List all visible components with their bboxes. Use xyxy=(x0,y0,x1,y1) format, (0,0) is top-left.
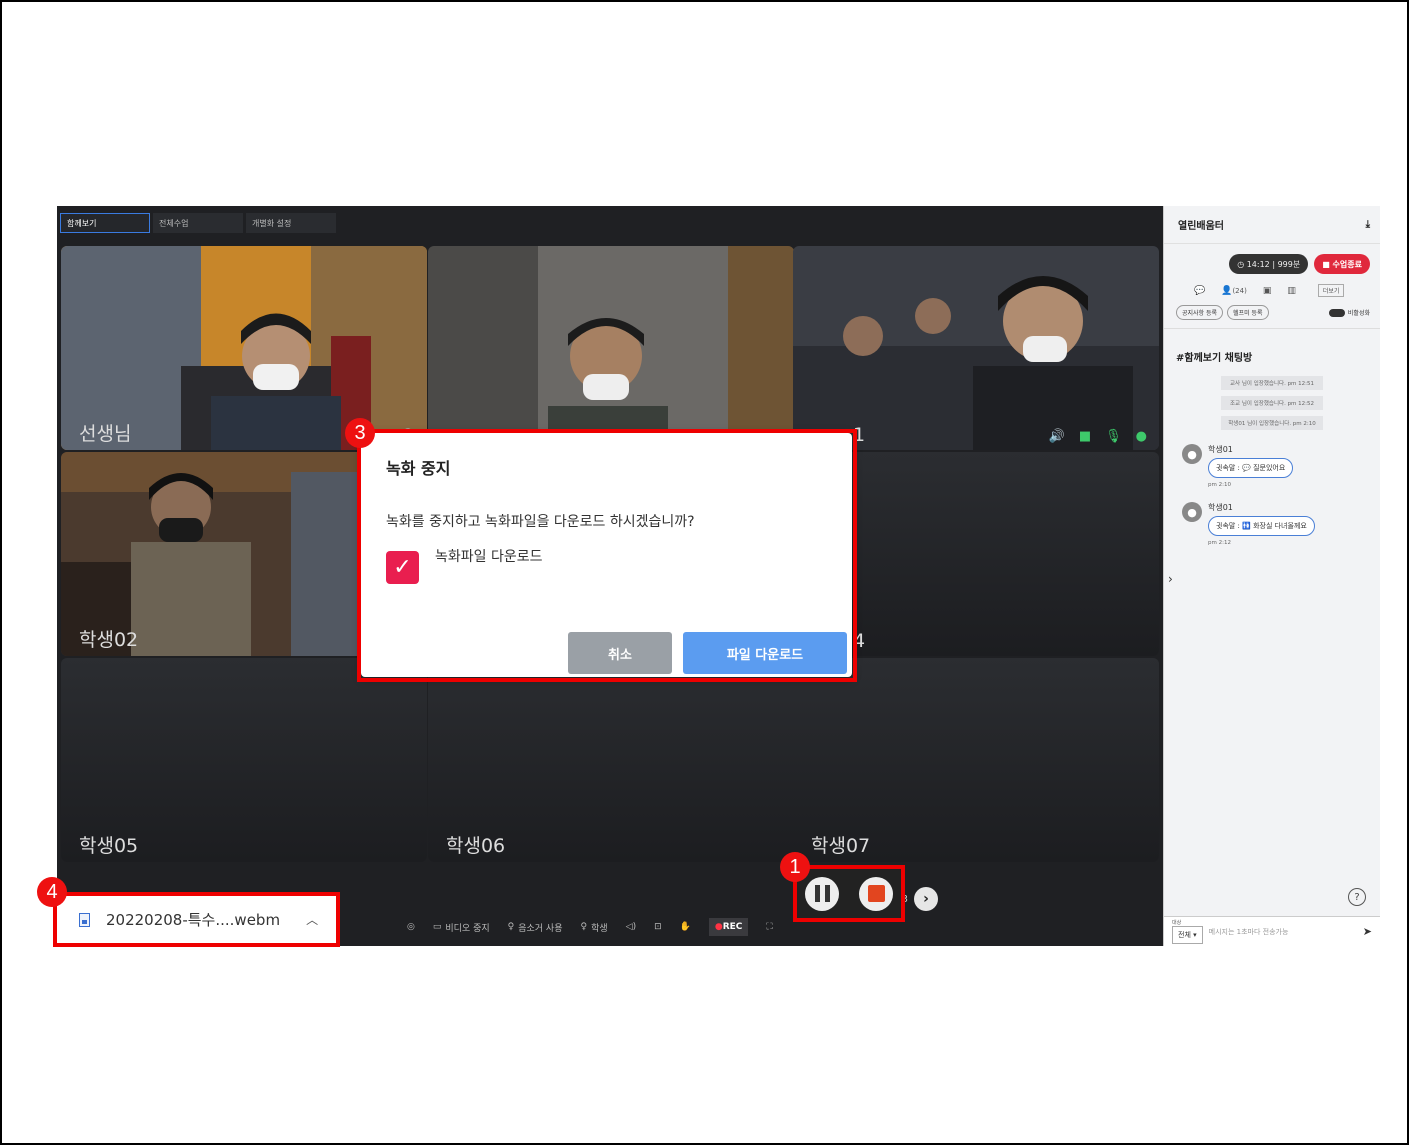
tab-whole-class[interactable]: 전체수업 xyxy=(153,213,243,233)
record-label: REC xyxy=(722,922,743,932)
stop-icon: ■ xyxy=(1322,259,1333,269)
tile-name: 학생07 xyxy=(811,835,871,857)
collapse-sidebar-icon[interactable]: › xyxy=(1168,572,1173,586)
helpme-register-button[interactable]: 헬프미 등록 xyxy=(1227,305,1269,320)
message-sender: 학생01 xyxy=(1208,445,1233,454)
tile-name: 학생06 xyxy=(446,835,506,857)
next-page-button[interactable]: › xyxy=(914,887,938,911)
stats-icon[interactable]: ▥ xyxy=(1287,286,1296,296)
more-button[interactable]: 더보기 xyxy=(1317,284,1345,297)
video-tile-student06[interactable]: 학생06 xyxy=(428,658,794,862)
timer-total: 999분 xyxy=(1277,259,1301,269)
participants-count: (24) xyxy=(1232,286,1247,295)
system-message: 학생01 님이 입장했습니다. pm 2:10 xyxy=(1221,416,1323,430)
highlight-box-dialog xyxy=(357,429,857,682)
video-tile-3[interactable]: 1 🔊 ■ 🎙 ● xyxy=(793,246,1159,450)
end-class-button[interactable]: ■ 수업종료 xyxy=(1314,254,1370,274)
mic-icon: ♀ xyxy=(580,922,588,932)
video-stop-button[interactable]: ▭ 비디오 중지 xyxy=(433,921,490,934)
tile-status-icons: 🔊 ■ 🎙 ● xyxy=(1049,429,1147,444)
student-mic-button[interactable]: ♀ 학생 xyxy=(581,921,608,934)
message-bubble: 귓속말 : 🚻 화장실 다녀올께요 xyxy=(1208,516,1315,536)
chat-room-title: #함께보기 채팅방 xyxy=(1164,328,1380,364)
message-sender: 학생01 xyxy=(1208,503,1233,512)
person-icon: ● xyxy=(1135,429,1147,444)
fullscreen-icon[interactable]: ⛶ xyxy=(766,922,772,932)
highlight-box-recording-controls xyxy=(793,865,905,922)
chat-input[interactable]: 메시지는 1초마다 전송가능 xyxy=(1209,927,1357,937)
speaker-icon[interactable]: ◁) xyxy=(626,922,636,932)
message-time: pm 2:10 xyxy=(1208,482,1231,488)
chat-message: ● 학생01 귓속말 : 🚻 화장실 다녀올께요 pm 2:12 xyxy=(1164,488,1380,546)
speaker-icon: 🔊 xyxy=(1048,429,1065,444)
mic-icon: ♀ xyxy=(507,922,515,932)
student-label: 학생 xyxy=(591,923,608,934)
toggle-label: 비활성화 xyxy=(1347,310,1370,317)
mic-icon: 🎙 xyxy=(1105,429,1122,444)
message-bubble: 귓속말 : 💬 질문있어요 xyxy=(1208,458,1294,478)
message-time: pm 2:12 xyxy=(1208,540,1231,546)
highlight-box-download xyxy=(53,892,340,947)
student-video xyxy=(428,246,794,450)
avatar-icon: ● xyxy=(1182,502,1202,522)
end-class-label: 수업종료 xyxy=(1332,259,1362,269)
help-icon[interactable]: ? xyxy=(1348,888,1366,906)
step-badge-4: 4 xyxy=(37,877,67,907)
video-tile-2[interactable] xyxy=(428,246,794,450)
hand-icon[interactable]: ✋ xyxy=(680,922,691,932)
video-tile-student07[interactable]: 학생07 xyxy=(793,658,1159,862)
bottom-toolbar: ◎ ▭ 비디오 중지 ♀ 음소거 사용 ♀ 학생 ◁) ⊡ ✋ ●REC ⛶ xyxy=(407,918,773,936)
avatar-icon: ● xyxy=(1182,444,1202,464)
target-value: 전체 xyxy=(1178,931,1191,939)
target-selector[interactable]: 대상 전체 ▾ xyxy=(1172,919,1203,944)
record-button[interactable]: ●REC xyxy=(708,918,749,936)
record-dot-icon: ● xyxy=(714,922,723,932)
participants-icon[interactable]: 👤(24) xyxy=(1221,286,1247,296)
camera-icon: ■ xyxy=(1078,429,1092,444)
settings-icon[interactable]: ◎ xyxy=(407,922,415,932)
tab-individual-settings[interactable]: 개별화 설정 xyxy=(246,213,336,233)
sidebar-tool-icons: 💬 👤(24) ▣ ▥ 더보기 xyxy=(1164,274,1380,297)
video-stop-label: 비디오 중지 xyxy=(445,923,490,934)
video-tile-student05[interactable]: 학생05 xyxy=(61,658,427,862)
tile-name: 학생02 xyxy=(79,629,139,651)
sidebar-header: 열린배움터 ⤓ xyxy=(1164,206,1380,244)
mute-label: 음소거 사용 xyxy=(518,923,563,934)
target-select[interactable]: 전체 ▾ xyxy=(1172,926,1203,944)
notice-register-button[interactable]: 공지사항 등록 xyxy=(1176,305,1224,320)
system-message: 조교 님이 입장했습니다. pm 12:52 xyxy=(1221,396,1323,410)
chat-input-row: 대상 전체 ▾ 메시지는 1초마다 전송가능 ➤ xyxy=(1164,916,1380,946)
tile-name: 선생님 xyxy=(79,423,132,445)
timer-value: 14:12 xyxy=(1246,259,1270,269)
toggle-switch-icon xyxy=(1328,308,1345,317)
clock-icon: ◷ xyxy=(1237,259,1247,269)
step-badge-3: 3 xyxy=(345,418,375,448)
chat-sidebar: 열린배움터 ⤓ ◷ 14:12 | 999분 ■ 수업종료 💬 👤(24) ▣ … xyxy=(1163,206,1380,946)
download-icon[interactable]: ⤓ xyxy=(1366,219,1370,230)
tab-together[interactable]: 함께보기 xyxy=(60,213,150,233)
disable-toggle[interactable]: 비활성화 xyxy=(1328,308,1370,317)
sidebar-title: 열린배움터 xyxy=(1178,221,1224,232)
video-tile-teacher[interactable]: 선생님 🔊 xyxy=(61,246,427,450)
class-timer: ◷ 14:12 | 999분 xyxy=(1229,254,1309,274)
system-message: 교사 님이 입장했습니다. pm 12:51 xyxy=(1221,376,1323,390)
student-video xyxy=(793,246,1159,450)
target-label: 대상 xyxy=(1172,920,1182,926)
notice-row: 공지사항 등록 헬프미 등록 비활성화 xyxy=(1164,297,1380,320)
video-icon: ▭ xyxy=(432,922,442,932)
chat-icon[interactable]: 💬 xyxy=(1194,286,1205,296)
file-icon[interactable]: ▣ xyxy=(1263,286,1272,296)
step-badge-1: 1 xyxy=(780,852,810,882)
mute-button[interactable]: ♀ 음소거 사용 xyxy=(508,921,563,934)
lock-icon[interactable]: ⊡ xyxy=(654,922,662,932)
timer-row: ◷ 14:12 | 999분 ■ 수업종료 xyxy=(1164,244,1380,274)
chat-message: ● 학생01 귓속말 : 💬 질문있어요 pm 2:10 xyxy=(1164,430,1380,488)
view-tabs: 함께보기 전체수업 개별화 설정 xyxy=(60,213,336,233)
tile-name: 학생05 xyxy=(79,835,139,857)
send-icon[interactable]: ➤ xyxy=(1363,925,1372,938)
